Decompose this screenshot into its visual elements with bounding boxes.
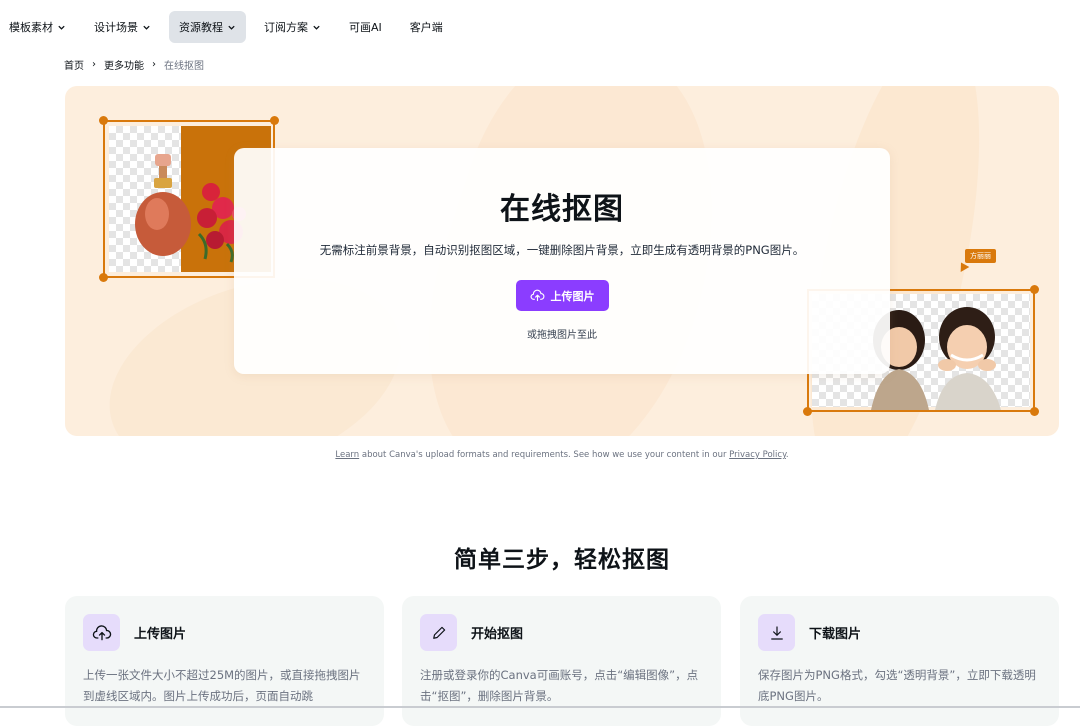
- step-icon-box: [420, 614, 457, 651]
- nav-item-ai[interactable]: 可画AI: [339, 11, 392, 43]
- nav-item-label: 资源教程: [179, 21, 223, 34]
- nav-item-label: 订阅方案: [264, 21, 308, 34]
- step-title: 开始抠图: [471, 627, 524, 642]
- chevron-down-icon: [313, 25, 320, 30]
- nav-item-pricing[interactable]: 订阅方案: [254, 11, 331, 43]
- privacy-note-end: .: [785, 450, 789, 460]
- chevron-down-icon: [228, 25, 235, 30]
- nav-item-label: 设计场景: [94, 21, 138, 34]
- nav-item-label: 客户端: [409, 21, 443, 34]
- cloud-upload-icon: [92, 624, 111, 640]
- nav-item-templates[interactable]: 模板素材: [0, 11, 76, 43]
- pencil-icon: [432, 626, 445, 639]
- upload-button-label: 上传图片: [550, 289, 595, 303]
- nav-item-design-scenes[interactable]: 设计场景: [84, 11, 161, 43]
- step-description: 上传一张文件大小不超过25M的图片，或直接拖拽图片到虚线区域内。图片上传成功后，…: [83, 668, 361, 703]
- chevron-down-icon: [143, 25, 150, 30]
- page-title: 在线抠图: [500, 192, 624, 227]
- steps-section-title: 简单三步，轻松抠图: [454, 547, 670, 573]
- step-description: 保存图片为PNG格式，勾选“透明背景”，立即下载透明底PNG图片。: [758, 668, 1036, 703]
- nav-item-label: 可画AI: [349, 21, 382, 34]
- hero-banner: 方丽丽 在线抠图 无需标注前景背景，自动识别抠图区域，一键删除图片背景，立即生成…: [65, 86, 1059, 436]
- frame-handle: [99, 116, 108, 125]
- privacy-note-text: about Canva's upload formats and require…: [359, 450, 730, 460]
- nav-item-resources[interactable]: 资源教程: [169, 11, 246, 43]
- upload-card: 在线抠图 无需标注前景背景，自动识别抠图区域，一键删除图片背景，立即生成有透明背…: [234, 148, 890, 374]
- upload-privacy-note: Learn about Canva's upload formats and r…: [0, 450, 1080, 460]
- breadcrumb-separator: ›: [152, 59, 156, 70]
- breadcrumb-home-link[interactable]: 首页: [64, 57, 84, 72]
- breadcrumb-current: 在线抠图: [164, 61, 204, 72]
- frame-handle: [1030, 285, 1039, 294]
- step-icon-box: [83, 614, 120, 651]
- nav-item-label: 模板素材: [9, 21, 53, 34]
- hero-subtitle: 无需标注前景背景，自动识别抠图区域，一键删除图片背景，立即生成有透明背景的PNG…: [319, 243, 805, 257]
- frame-handle: [1030, 407, 1039, 416]
- upload-image-button[interactable]: 上传图片: [515, 280, 609, 311]
- drag-drop-hint: 或拖拽图片至此: [527, 330, 597, 341]
- frame-handle: [803, 407, 812, 416]
- nav-item-client[interactable]: 客户端: [400, 11, 453, 43]
- step-description: 注册或登录你的Canva可画账号，点击“编辑图像”，点击“抠图”，删除图片背景。: [420, 668, 699, 703]
- step-title: 上传图片: [134, 627, 187, 642]
- step-title: 下载图片: [809, 627, 862, 642]
- frame-handle: [270, 116, 279, 125]
- privacy-policy-link[interactable]: Privacy Policy: [729, 450, 786, 460]
- top-nav: 模板素材 设计场景 资源教程 订阅方案 可画AI 客户端: [0, 10, 453, 44]
- cloud-upload-icon: [530, 289, 544, 302]
- download-icon: [770, 625, 783, 640]
- collaborator-name-tag: 方丽丽: [965, 249, 996, 263]
- frame-handle: [99, 273, 108, 282]
- learn-link[interactable]: Learn: [335, 450, 359, 460]
- chevron-down-icon: [58, 25, 65, 30]
- breadcrumb-separator: ›: [92, 59, 96, 70]
- breadcrumb: 首页 › 更多功能 › 在线抠图: [64, 57, 204, 72]
- breadcrumb-more-features-link[interactable]: 更多功能: [104, 57, 144, 72]
- step-icon-box: [758, 614, 795, 651]
